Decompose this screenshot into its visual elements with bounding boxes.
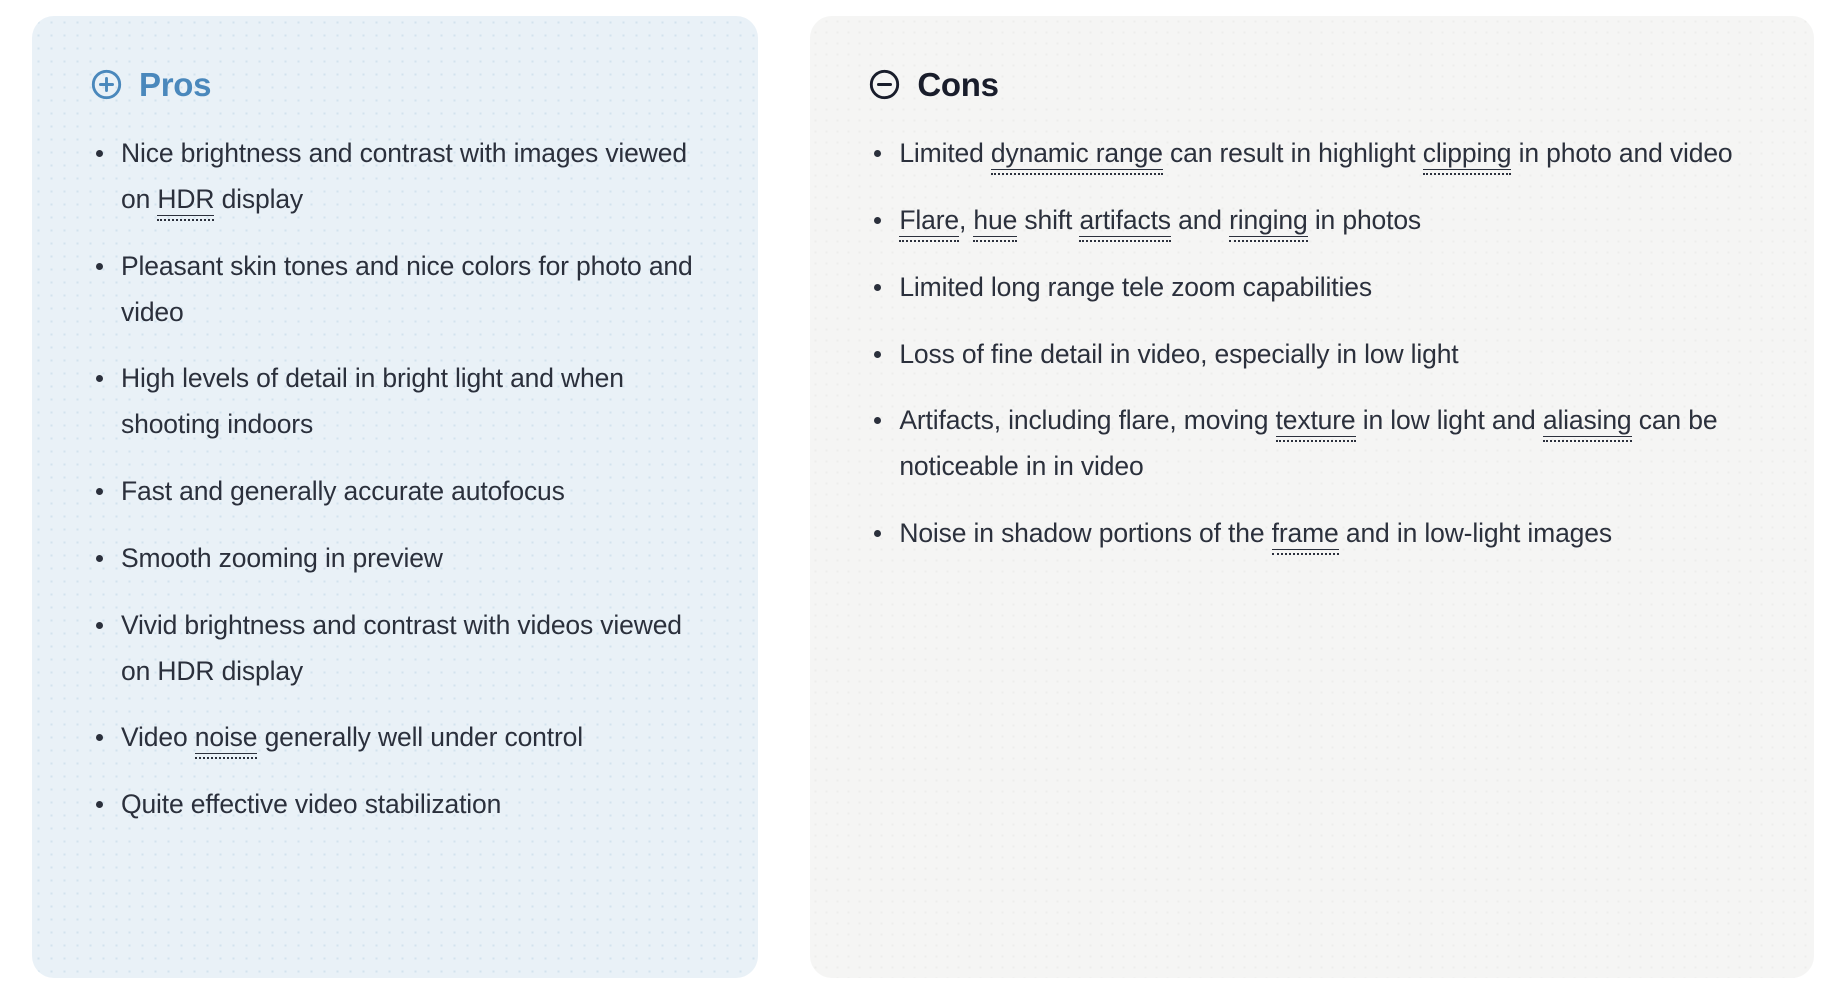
cons-list-item: Noise in shadow portions of the frame an… [868,511,1770,557]
cons-card: Cons Limited dynamic range can result in… [810,16,1814,978]
pros-list-item: High levels of detail in bright light an… [90,356,714,448]
pros-list: Nice brightness and contrast with images… [90,131,714,828]
pros-card: Pros Nice brightness and contrast with i… [32,16,759,978]
glossary-term[interactable]: clipping [1422,138,1512,170]
glossary-term[interactable]: frame [1271,518,1339,551]
glossary-term[interactable]: hue [973,204,1017,237]
pros-list-item: Nice brightness and contrast with images… [90,131,714,223]
cons-list-item: Flare, hue shift artifacts and ringing i… [868,198,1770,244]
glossary-term[interactable]: dynamic range [990,138,1163,170]
cons-heading: Cons [868,68,1770,101]
cons-title: Cons [917,66,999,103]
cons-list: Limited dynamic range can result in high… [868,131,1770,557]
pros-cons-comparison: Pros Nice brightness and contrast with i… [0,0,1844,998]
pros-list-item: Pleasant skin tones and nice colors for … [90,244,714,336]
cons-list-item: Loss of fine detail in video, especially… [868,332,1770,378]
pros-list-item: Fast and generally accurate autofocus [90,469,714,515]
pros-list-item: Video noise generally well under control [90,715,714,761]
glossary-term[interactable]: Flare [899,204,959,237]
pros-title: Pros [139,66,212,103]
glossary-term[interactable]: aliasing [1542,405,1632,438]
circle-minus-icon [868,68,901,101]
cons-list-item: Limited dynamic range can result in high… [868,131,1770,177]
pros-heading: Pros [90,68,714,101]
pros-list-item: Quite effective video stabilization [90,782,714,828]
glossary-term[interactable]: noise [194,722,258,755]
cons-list-item: Limited long range tele zoom capabilitie… [868,265,1770,311]
circle-plus-icon [90,68,123,101]
glossary-term[interactable]: ringing [1229,204,1308,237]
glossary-term[interactable]: artifacts [1079,204,1171,237]
glossary-term[interactable]: HDR [157,183,215,216]
pros-list-item: Smooth zooming in preview [90,536,714,582]
cons-list-item: Artifacts, including flare, moving textu… [868,398,1770,490]
glossary-term[interactable]: texture [1275,405,1356,438]
pros-list-item: Vivid brightness and contrast with video… [90,603,714,695]
